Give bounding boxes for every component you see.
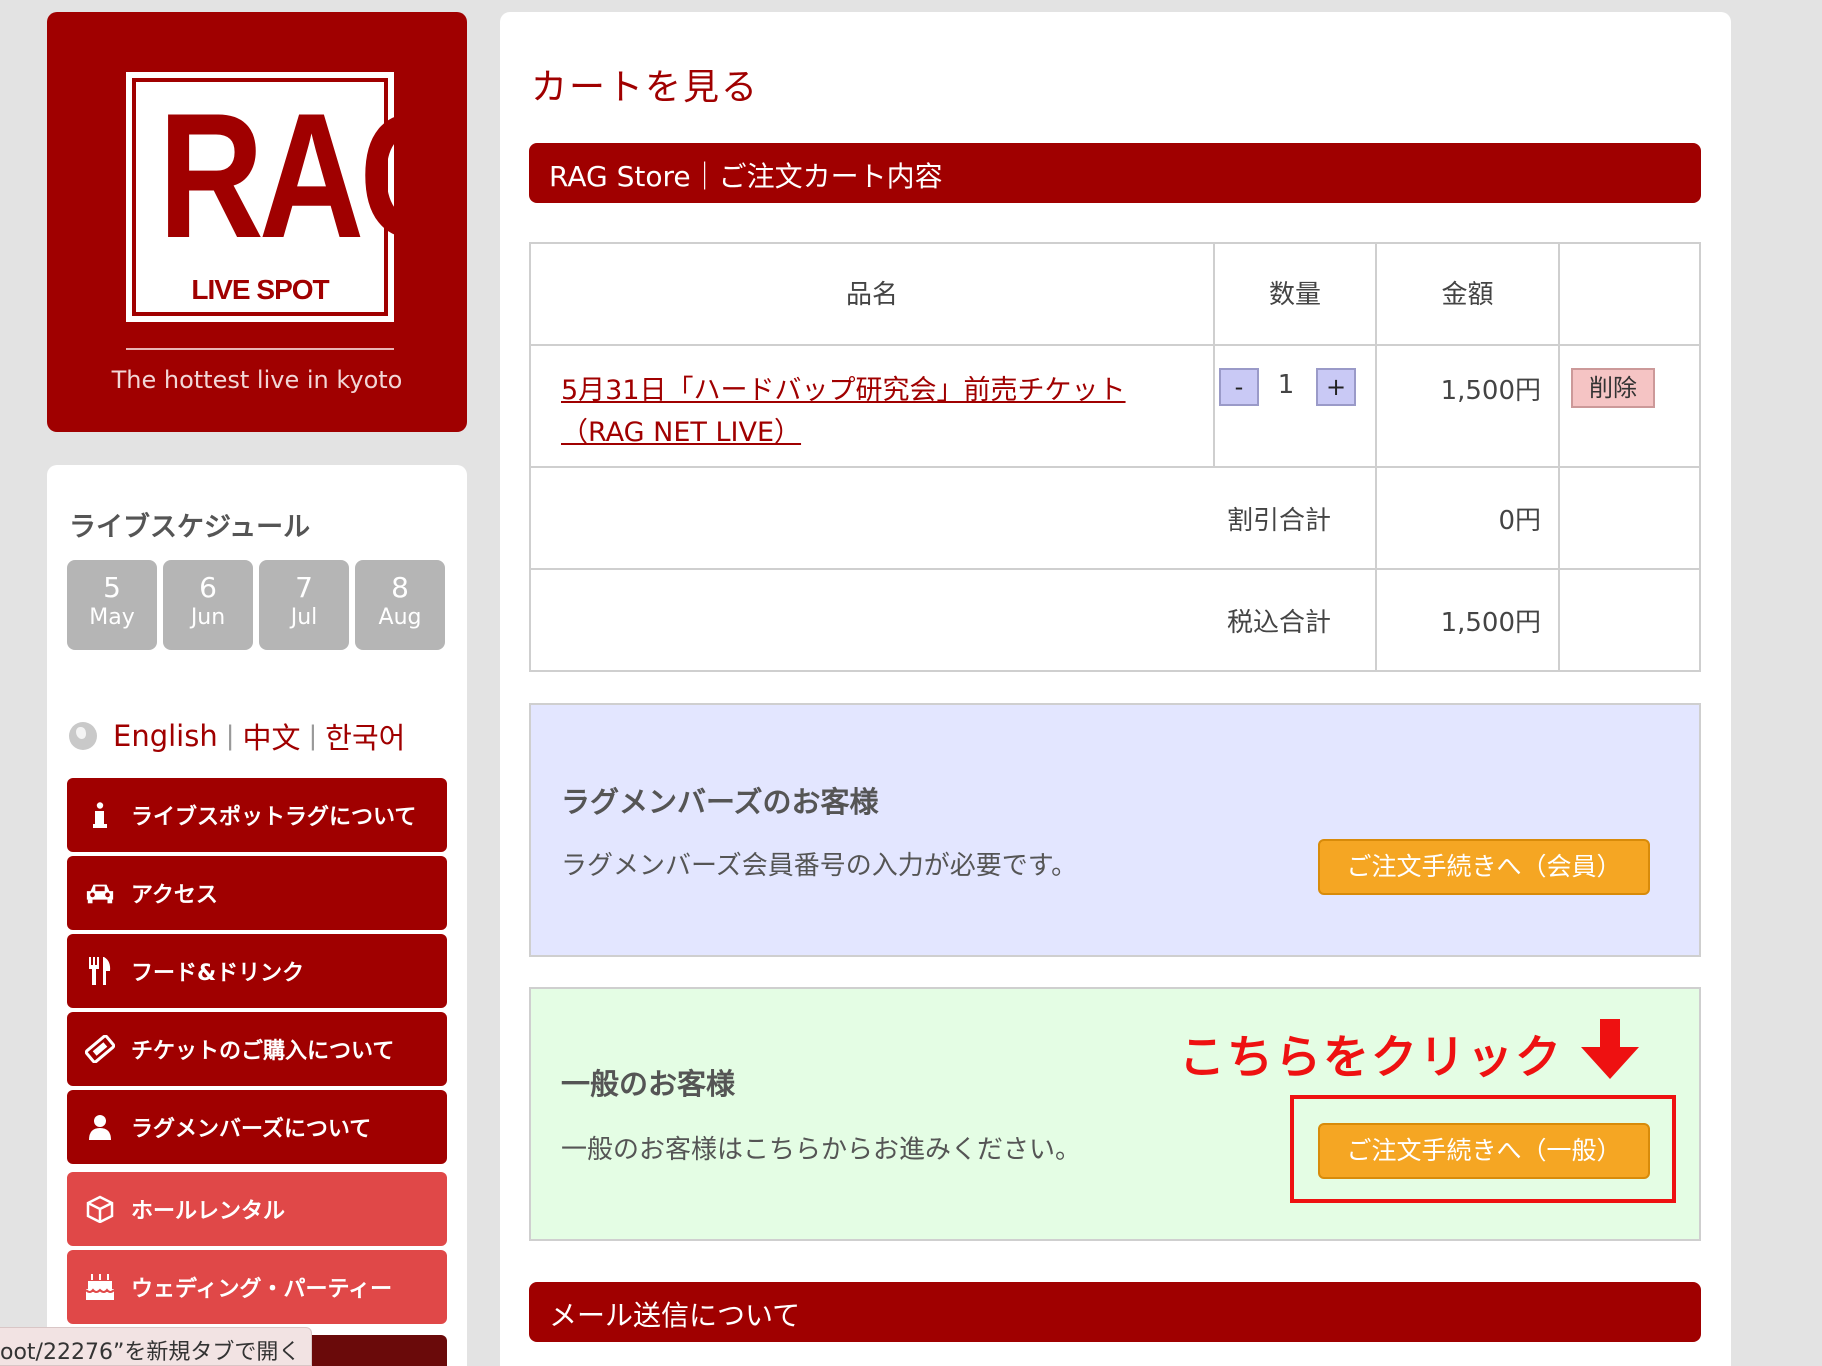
cart-table: 品名 数量 金額 5月31日「ハードバップ研究会」前売チケット（RAG NET … — [529, 242, 1701, 672]
month-tab-jun[interactable]: 6 Jun — [163, 560, 253, 650]
fork-knife-icon — [85, 956, 115, 986]
nav-members[interactable]: ラグメンバーズについて — [67, 1090, 447, 1164]
nav-about[interactable]: ライブスポットラグについて — [67, 778, 447, 852]
logo-divider — [126, 348, 394, 350]
qty-plus-button[interactable]: + — [1316, 368, 1356, 406]
member-checkout-panel: ラグメンバーズのお客様 ラグメンバーズ会員番号の入力が必要です。 ご注文手続きへ… — [529, 703, 1701, 957]
table-divider — [531, 568, 1699, 570]
month-tab-may[interactable]: 5 May — [67, 560, 157, 650]
month-tab-aug[interactable]: 8 Aug — [355, 560, 445, 650]
logo-tagline: The hottest live in kyoto — [111, 366, 403, 394]
month-name: Aug — [378, 605, 422, 630]
month-name: Jun — [190, 605, 226, 630]
general-panel-desc: 一般のお客様はこちらからお進みください。 — [561, 1135, 1082, 1165]
nav-wedding-party[interactable]: ウェディング・パーティー — [67, 1250, 447, 1324]
logo-mark: RAG LIVE SPOT — [126, 72, 473, 322]
main-content: カートを見る RAG Store｜ご注文カート内容 品名 数量 金額 5月31日… — [500, 12, 1731, 1366]
nav-label: フード&ドリンク — [131, 961, 305, 986]
discount-label: 割引合計 — [1226, 506, 1331, 536]
click-here-annotation: こちらをクリック — [1179, 1030, 1563, 1084]
mail-section-header: メール送信について — [529, 1282, 1701, 1342]
car-icon — [85, 878, 115, 908]
lang-separator: | — [225, 721, 235, 751]
nav-label: ラグメンバーズについて — [131, 1117, 372, 1142]
month-number: 8 — [391, 571, 409, 604]
cart-section-header: RAG Store｜ご注文カート内容 — [529, 143, 1701, 203]
logo-subtitle: LIVE SPOT — [191, 274, 329, 305]
qty-value: 1 — [1277, 370, 1295, 400]
general-panel-title: 一般のお客様 — [561, 1067, 736, 1101]
user-icon — [85, 1112, 115, 1142]
nav-label: ホールレンタル — [131, 1199, 286, 1224]
item-name-link[interactable]: 5月31日「ハードバップ研究会」前売チケット（RAG NET LIVE） — [561, 370, 1171, 454]
link-status-tooltip: oot/22276”を新規タブで開く — [0, 1327, 312, 1366]
month-number: 5 — [103, 571, 121, 604]
nav-food-drink[interactable]: フード&ドリンク — [67, 934, 447, 1008]
general-checkout-panel: こちらをクリック 一般のお客様 一般のお客様はこちらからお進みください。 ご注文… — [529, 987, 1701, 1241]
nav-label: ウェディング・パーティー — [131, 1277, 393, 1302]
lang-separator: | — [308, 721, 318, 751]
col-header-price: 金額 — [1441, 280, 1494, 310]
member-panel-desc: ラグメンバーズ会員番号の入力が必要です。 — [561, 851, 1078, 881]
lang-korean-link[interactable]: 한국어 — [325, 715, 405, 757]
page-title: カートを見る — [531, 67, 760, 108]
box-icon — [85, 1194, 115, 1224]
lang-chinese-link[interactable]: 中文 — [242, 715, 300, 757]
delete-button[interactable]: 削除 — [1571, 368, 1655, 408]
cake-icon — [85, 1272, 115, 1302]
nav-label: チケットのご購入について — [131, 1039, 395, 1064]
nav-access[interactable]: アクセス — [67, 856, 447, 930]
total-label: 税込合計 — [1226, 608, 1331, 638]
qty-minus-button[interactable]: - — [1219, 368, 1259, 406]
table-divider — [531, 344, 1699, 346]
member-panel-title: ラグメンバーズのお客様 — [561, 785, 879, 819]
site-logo[interactable]: RAG LIVE SPOT The hottest live in kyoto — [47, 12, 473, 432]
discount-value: 0円 — [1498, 506, 1541, 536]
language-switcher: English | 中文 | 한국어 — [69, 715, 405, 757]
ticket-icon — [85, 1034, 115, 1064]
member-order-button[interactable]: ご注文手続きへ（会員） — [1318, 839, 1650, 895]
logo-text: RAG — [158, 76, 473, 275]
month-number: 7 — [295, 571, 313, 604]
total-value: 1,500円 — [1440, 608, 1541, 638]
nav-ticket[interactable]: チケットのご購入について — [67, 1012, 447, 1086]
nav-label: ライブスポットラグについて — [131, 805, 417, 830]
globe-icon — [69, 722, 97, 750]
month-name: Jul — [290, 605, 318, 630]
general-order-button[interactable]: ご注文手続きへ（一般） — [1318, 1123, 1650, 1179]
schedule-title: ライブスケジュール — [69, 512, 311, 543]
lang-english-link[interactable]: English — [113, 719, 218, 753]
col-header-name: 品名 — [845, 280, 898, 310]
sidebar: ライブスケジュール 5 May 6 Jun 7 Jul 8 Aug Englis… — [47, 465, 467, 1366]
table-divider — [531, 466, 1699, 468]
month-number: 6 — [199, 571, 217, 604]
arrow-down-icon — [1581, 1019, 1639, 1079]
col-header-qty: 数量 — [1268, 280, 1321, 310]
month-name: May — [89, 605, 135, 630]
table-divider — [1558, 244, 1560, 672]
month-tab-jul[interactable]: 7 Jul — [259, 560, 349, 650]
info-icon — [85, 800, 115, 830]
item-price: 1,500円 — [1440, 376, 1541, 406]
nav-label: アクセス — [131, 883, 218, 908]
nav-hall-rental[interactable]: ホールレンタル — [67, 1172, 447, 1246]
